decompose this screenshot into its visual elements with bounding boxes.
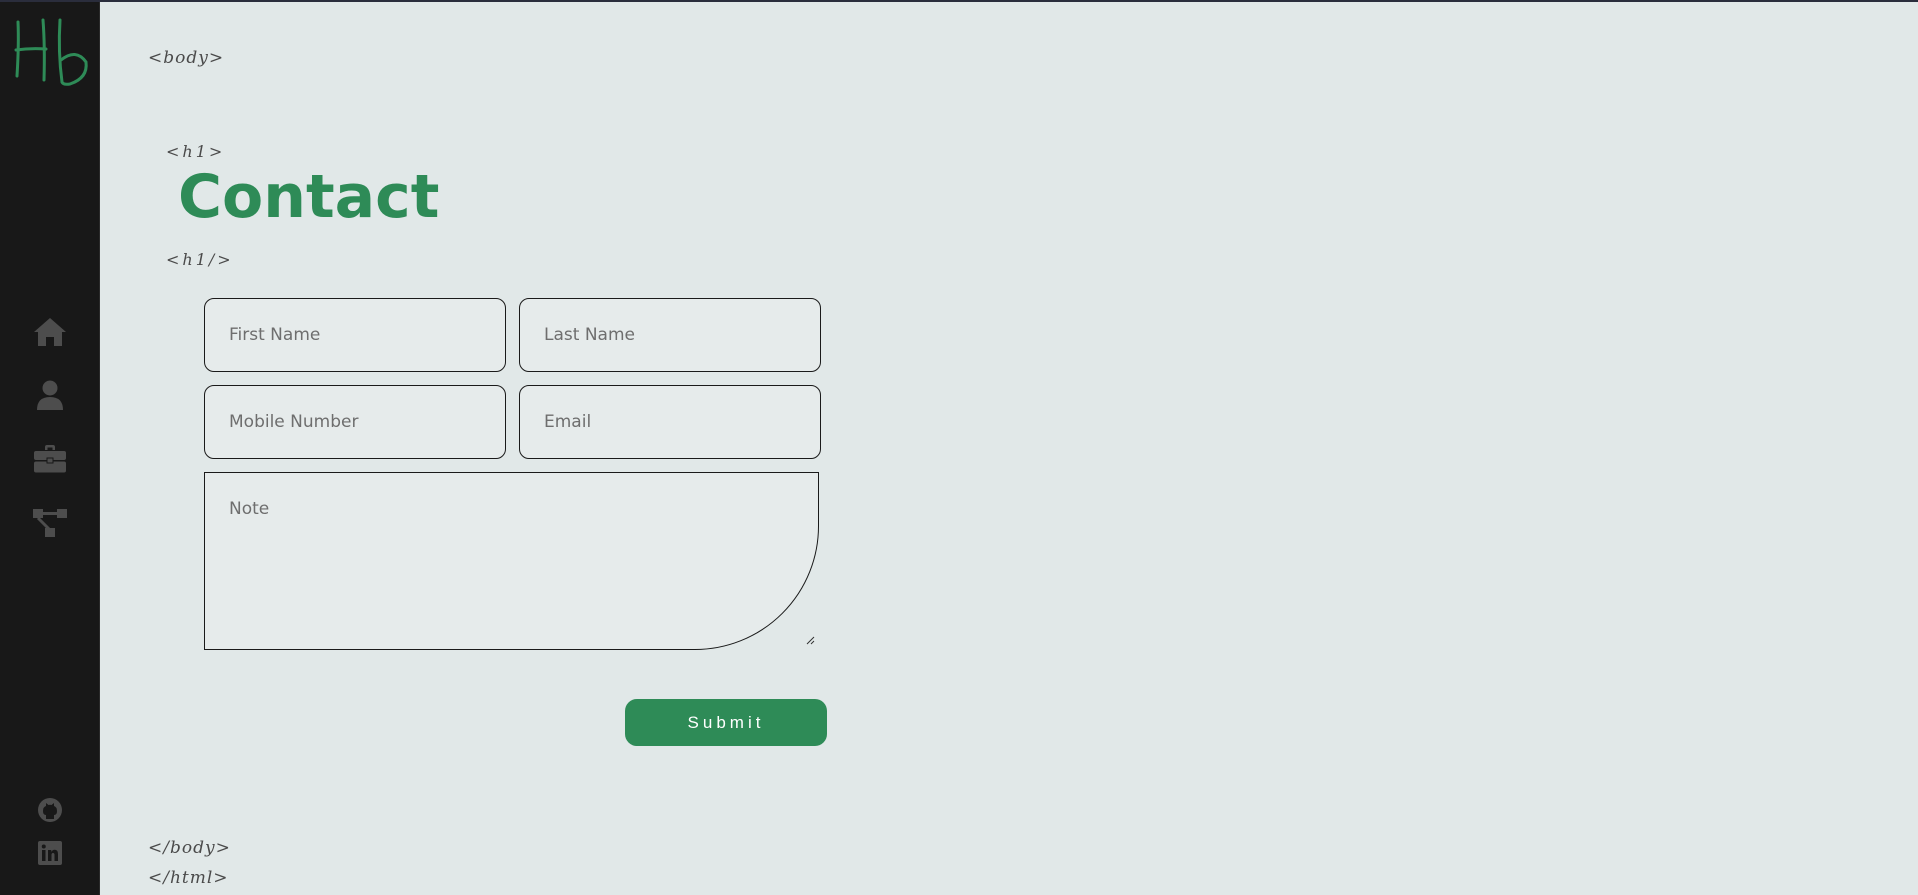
nav-home[interactable] xyxy=(32,314,68,350)
nav-portfolio[interactable] xyxy=(32,441,68,477)
home-icon xyxy=(34,318,66,346)
main-content: <body> <h1> Contact <h1/> Submit </body>… xyxy=(100,2,1918,895)
tag-h1-open: <h1> xyxy=(166,142,226,161)
briefcase-icon xyxy=(34,445,66,473)
user-icon xyxy=(37,380,63,410)
tag-body-close: </body> xyxy=(148,838,231,858)
linkedin-icon xyxy=(38,841,62,865)
page-title: Contact xyxy=(178,162,440,232)
tag-body-open: <body> xyxy=(148,48,225,68)
submit-button[interactable]: Submit xyxy=(625,699,827,746)
nav-about[interactable] xyxy=(32,377,68,413)
github-icon xyxy=(38,798,62,822)
nav-skills[interactable] xyxy=(32,505,68,541)
logo-mark-icon xyxy=(14,18,88,86)
mobile-number-input[interactable] xyxy=(204,385,506,459)
social-linkedin[interactable] xyxy=(32,835,68,871)
network-icon xyxy=(33,509,67,537)
tag-html-close: </html> xyxy=(148,868,229,888)
note-textarea[interactable] xyxy=(204,472,819,650)
social-github[interactable] xyxy=(32,792,68,828)
email-input[interactable] xyxy=(519,385,821,459)
last-name-input[interactable] xyxy=(519,298,821,372)
sidebar xyxy=(0,2,100,895)
first-name-input[interactable] xyxy=(204,298,506,372)
tag-h1-close: <h1/> xyxy=(166,250,234,269)
logo[interactable] xyxy=(10,12,90,88)
resize-handle-icon[interactable] xyxy=(805,635,815,645)
